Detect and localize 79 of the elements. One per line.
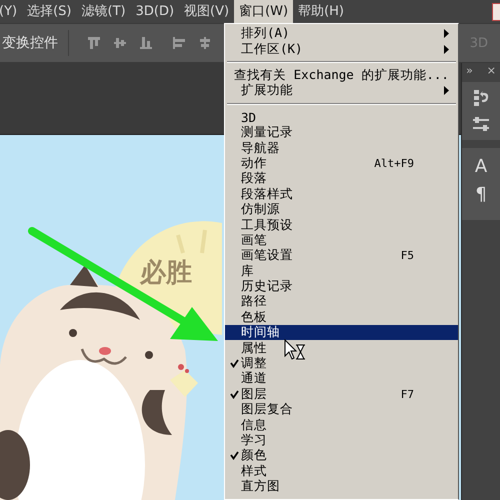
menu-bar-item[interactable]: 3D(D) bbox=[130, 0, 180, 23]
menu-bar-item[interactable]: 选择(S) bbox=[22, 0, 76, 23]
align-icon[interactable] bbox=[138, 35, 154, 51]
menu-item[interactable]: 测量记录 bbox=[225, 124, 458, 140]
menu-item-label: 通道 bbox=[241, 370, 267, 388]
menu-item[interactable]: 属性 bbox=[225, 340, 458, 356]
menu-item[interactable]: 仿制源 bbox=[225, 202, 458, 218]
submenu-arrow-icon bbox=[444, 86, 450, 96]
menu-item[interactable]: 段落 bbox=[225, 171, 458, 187]
shortcut-label: F7 bbox=[400, 388, 414, 401]
menu-item-label: 扩展功能 bbox=[241, 82, 293, 100]
menu-item[interactable]: 历史记录 bbox=[225, 278, 458, 294]
align-icon[interactable] bbox=[171, 35, 187, 51]
panel-button[interactable]: ¶ bbox=[475, 184, 487, 206]
fan-text: 必胜 bbox=[140, 258, 192, 288]
menu-item-label: 工具预设 bbox=[241, 216, 293, 234]
menu-item[interactable]: 色板 bbox=[225, 310, 458, 326]
menu-item-label: 路径 bbox=[241, 293, 267, 310]
menu-item[interactable]: 动作 Alt+F9 bbox=[225, 156, 458, 172]
menu-item[interactable]: 扩展功能 bbox=[225, 83, 458, 99]
menu-item-label: 工作区(K) bbox=[241, 40, 303, 58]
menu-item[interactable]: 时间轴 bbox=[225, 325, 458, 340]
menu-bar-item[interactable]: 视图(V) bbox=[179, 0, 234, 23]
menu-item-label: 动作 bbox=[241, 154, 267, 172]
menu-item[interactable]: 库 bbox=[225, 263, 458, 279]
menu-bar-item[interactable]: 帮助(H) bbox=[293, 0, 349, 23]
menu-item[interactable]: 图层 F7 bbox=[225, 386, 458, 402]
menu-item-label: 画笔 bbox=[241, 232, 267, 249]
menu-item-label: 学习 bbox=[241, 432, 267, 448]
menu-item[interactable]: 信息 bbox=[225, 417, 458, 433]
menu-item-label: 测量记录 bbox=[241, 124, 293, 142]
panel-button[interactable]: A bbox=[474, 156, 488, 178]
menu-item-label: 属性 bbox=[241, 340, 267, 357]
menu-item-label: 直方图 bbox=[241, 478, 280, 496]
menu-item[interactable]: 调整 bbox=[225, 356, 458, 372]
align-icon[interactable] bbox=[112, 35, 128, 51]
menu-item[interactable]: 工作区(K) bbox=[225, 41, 458, 57]
collapse-button[interactable]: » bbox=[466, 65, 473, 77]
menu-item-label: 历史记录 bbox=[241, 278, 293, 295]
menu-item[interactable]: 通道 bbox=[225, 371, 458, 387]
transform-controls-label: 变换控件 bbox=[2, 34, 58, 52]
menu-item-label: 色板 bbox=[241, 308, 267, 326]
menu-item[interactable]: 学习 bbox=[225, 432, 458, 448]
menu-item-label: 导航器 bbox=[241, 140, 280, 157]
menu-item-label: 段落样式 bbox=[241, 186, 293, 202]
menu-item[interactable]: 画笔设置 F5 bbox=[225, 248, 458, 264]
menu-item[interactable]: 样式 bbox=[225, 464, 458, 479]
menu-item-label: 颜色 bbox=[241, 447, 267, 464]
menu-item-label: 图层复合 bbox=[241, 401, 293, 418]
menu-item-label: 图层 bbox=[241, 386, 267, 403]
menu-item[interactable]: 工具预设 bbox=[225, 217, 458, 233]
menu-bar-item[interactable]: 窗口(W) bbox=[234, 0, 294, 23]
shortcut-label: F5 bbox=[400, 249, 414, 262]
menu-item-label: 画笔设置 bbox=[241, 247, 293, 264]
menu-item-label: 库 bbox=[241, 262, 254, 280]
sliders-icon[interactable] bbox=[471, 114, 492, 134]
menu-item-label: 段落 bbox=[241, 170, 267, 188]
menu-bar-item[interactable]: 滤镜(T) bbox=[76, 0, 131, 23]
menu-item[interactable]: 直方图 bbox=[225, 478, 458, 494]
menu-item-label: 排列(A) bbox=[241, 25, 290, 42]
menu-item[interactable]: 图层复合 bbox=[225, 402, 458, 418]
menu-item-label: 信息 bbox=[241, 416, 267, 434]
menu-item[interactable]: 3D bbox=[225, 110, 458, 125]
menu-item-label: 时间轴 bbox=[241, 324, 280, 342]
menu-item-label: 3D bbox=[241, 110, 256, 125]
align-icon[interactable] bbox=[197, 35, 213, 51]
close-button[interactable]: × bbox=[486, 65, 496, 77]
menu-item[interactable]: 画笔 bbox=[225, 232, 458, 248]
menu-item[interactable]: 路径 bbox=[225, 294, 458, 310]
menu-item[interactable]: 段落样式 bbox=[225, 186, 458, 202]
menu-item[interactable]: 排列(A) bbox=[225, 26, 458, 42]
shortcut-label: Alt+F9 bbox=[374, 156, 414, 170]
menu-bar-item[interactable]: (Y) bbox=[0, 0, 22, 23]
menu-item-label: 样式 bbox=[241, 462, 267, 480]
menu-item-label: 仿制源 bbox=[241, 201, 280, 218]
menu-item[interactable]: 颜色 bbox=[225, 448, 458, 464]
align-icon[interactable] bbox=[86, 35, 102, 51]
menu-item-label: 调整 bbox=[241, 355, 267, 372]
menu-item[interactable]: 导航器 bbox=[225, 140, 458, 156]
